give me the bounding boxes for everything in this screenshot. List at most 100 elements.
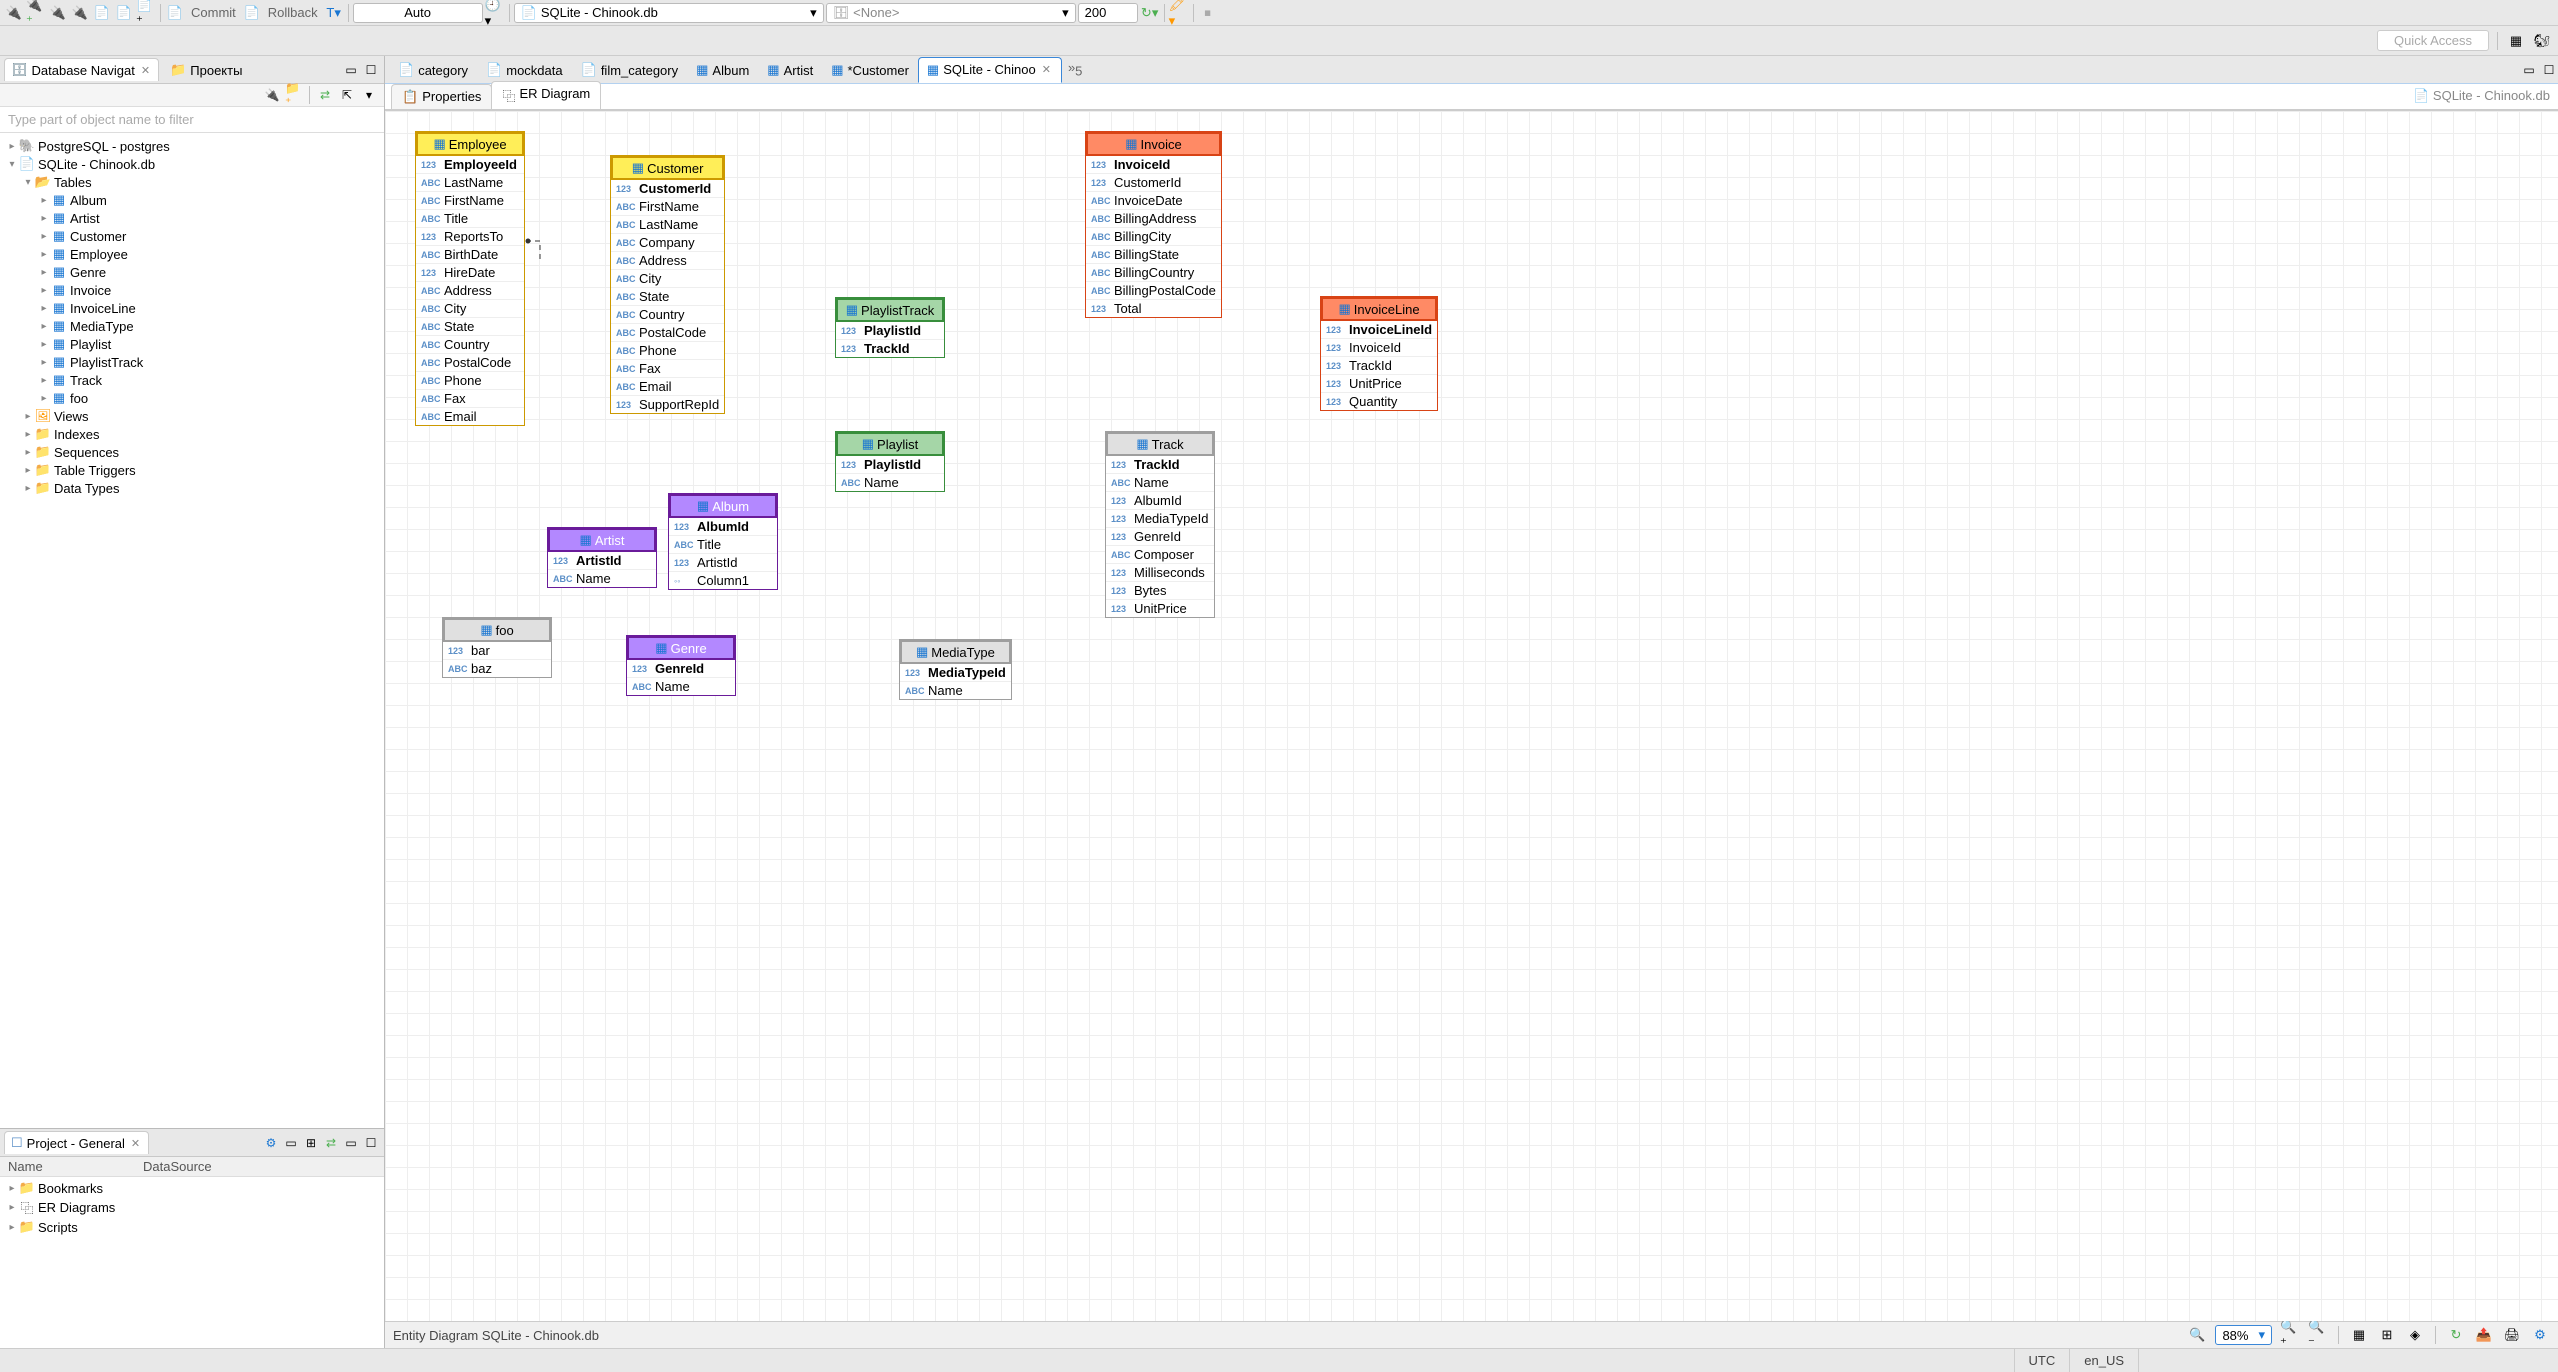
entity-invoiceline[interactable]: ▦ InvoiceLine123InvoiceLineId123InvoiceI… (1320, 296, 1438, 411)
table-item[interactable]: ▸▦InvoiceLine (0, 299, 384, 317)
column-row[interactable]: ABCPhone (416, 372, 524, 390)
entity-header[interactable]: ▦ Artist (548, 528, 656, 552)
navigator-tree[interactable]: ▸🐘PostgreSQL - postgres ▾📄SQLite - Chino… (0, 133, 384, 1128)
connect-db-icon[interactable]: 🔌 (48, 3, 68, 23)
table-item[interactable]: ▸▦Invoice (0, 281, 384, 299)
status-timezone[interactable]: UTC (2014, 1349, 2070, 1372)
layout-icon[interactable]: ▦ (2349, 1325, 2369, 1345)
navigator-filter-input[interactable] (0, 107, 384, 133)
column-row[interactable]: ABCLastName (416, 174, 524, 192)
column-row[interactable]: 123Milliseconds (1106, 564, 1214, 582)
entity-header[interactable]: ▦ PlaylistTrack (836, 298, 944, 322)
editor-tab[interactable]: 📄category (389, 57, 477, 83)
notation-icon[interactable]: ◈ (2405, 1325, 2425, 1345)
column-row[interactable]: 123ReportsTo (416, 228, 524, 246)
column-row[interactable]: 123ArtistId (669, 554, 777, 572)
column-row[interactable]: 123InvoiceId (1321, 339, 1437, 357)
column-row[interactable]: ABCCountry (611, 306, 724, 324)
column-row[interactable]: 123ArtistId (548, 552, 656, 570)
column-row[interactable]: ABCState (611, 288, 724, 306)
entity-header[interactable]: ▦ Album (669, 494, 777, 518)
tx-mode-icon[interactable]: T▾ (324, 3, 344, 23)
editor-tab[interactable]: ▦*Customer (822, 57, 918, 83)
column-row[interactable]: ABCName (1106, 474, 1214, 492)
connect-icon[interactable]: 🔌 (263, 86, 281, 104)
quick-access-button[interactable]: Quick Access (2377, 30, 2489, 51)
triggers-folder[interactable]: ▸📁Table Triggers (0, 461, 384, 479)
column-row[interactable]: 123SupportRepId (611, 396, 724, 413)
column-row[interactable]: 123MediaTypeId (1106, 510, 1214, 528)
column-row[interactable]: 123AlbumId (669, 518, 777, 536)
entity-header[interactable]: ▦ Invoice (1086, 132, 1221, 156)
column-row[interactable]: 123PlaylistId (836, 456, 944, 474)
column-row[interactable]: ABCState (416, 318, 524, 336)
minimize-icon[interactable]: ▭ (342, 1134, 360, 1152)
editor-tab[interactable]: 📄mockdata (477, 57, 572, 83)
column-row[interactable]: 123GenreId (1106, 528, 1214, 546)
table-item[interactable]: ▸▦Customer (0, 227, 384, 245)
table-item[interactable]: ▸▦PlaylistTrack (0, 353, 384, 371)
entity-header[interactable]: ▦ Employee (416, 132, 524, 156)
erdiagrams-folder[interactable]: ▸⿻ER Diagrams (0, 1197, 384, 1218)
column-row[interactable]: 123CustomerId (1086, 174, 1221, 192)
column-row[interactable]: 123Quantity (1321, 393, 1437, 410)
tab-er-diagram[interactable]: ⿻ER Diagram (491, 81, 601, 109)
sql-new-icon[interactable]: 📄⁺ (136, 3, 156, 23)
entity-header[interactable]: ▦ Playlist (836, 432, 944, 456)
highlight-icon[interactable]: 🖍▾ (1169, 3, 1189, 23)
column-row[interactable]: ABCAddress (611, 252, 724, 270)
column-row[interactable]: 123TrackId (1321, 357, 1437, 375)
entity-foo[interactable]: ▦ foo123barABCbaz (442, 617, 552, 678)
connection-sqlite[interactable]: ▾📄SQLite - Chinook.db (0, 155, 384, 173)
breadcrumb[interactable]: 📄 SQLite - Chinook.db (2413, 88, 2550, 104)
entity-employee[interactable]: ▦ Employee123EmployeeIdABCLastNameABCFir… (415, 131, 525, 426)
refresh-icon[interactable]: ↻ (2446, 1325, 2466, 1345)
editor-tab[interactable]: ▦Album (687, 57, 758, 83)
grid-icon[interactable]: ⊞ (2377, 1325, 2397, 1345)
perspective-dbeaver-icon[interactable]: 🐿 (2532, 31, 2552, 51)
entity-playlisttrack[interactable]: ▦ PlaylistTrack123PlaylistId123TrackId (835, 297, 945, 358)
entity-invoice[interactable]: ▦ Invoice123InvoiceId123CustomerIdABCInv… (1085, 131, 1222, 318)
column-row[interactable]: ABCTitle (669, 536, 777, 554)
column-row[interactable]: 123EmployeeId (416, 156, 524, 174)
column-row[interactable]: 123HireDate (416, 264, 524, 282)
tables-folder[interactable]: ▾📂Tables (0, 173, 384, 191)
minimize-icon[interactable]: ▭ (342, 61, 360, 79)
tab-database-navigator[interactable]: 🗄 Database Navigat ✕ (4, 58, 159, 81)
settings-icon[interactable]: ⚙ (2530, 1325, 2550, 1345)
column-row[interactable]: ABCBillingCountry (1086, 264, 1221, 282)
zoom-out-icon[interactable]: 🔍⁻ (2308, 1325, 2328, 1345)
tab-properties[interactable]: 📋Properties (391, 84, 492, 109)
entity-header[interactable]: ▦ Customer (611, 156, 724, 180)
table-item[interactable]: ▸▦Playlist (0, 335, 384, 353)
column-row[interactable]: ABCBillingCity (1086, 228, 1221, 246)
datatypes-folder[interactable]: ▸📁Data Types (0, 479, 384, 497)
column-row[interactable]: ABCAddress (416, 282, 524, 300)
rollback-icon[interactable]: 📄 (242, 3, 262, 23)
table-item[interactable]: ▸▦MediaType (0, 317, 384, 335)
column-row[interactable]: 123Total (1086, 300, 1221, 317)
views-folder[interactable]: ▸🖼Views (0, 407, 384, 425)
column-row[interactable]: ABCFax (416, 390, 524, 408)
entity-header[interactable]: ▦ MediaType (900, 640, 1011, 664)
scripts-folder[interactable]: ▸📁Scripts (0, 1218, 384, 1236)
view-menu-icon[interactable]: ▾ (360, 86, 378, 104)
column-row[interactable]: 123InvoiceLineId (1321, 321, 1437, 339)
column-row[interactable]: ABCFirstName (611, 198, 724, 216)
entity-customer[interactable]: ▦ Customer123CustomerIdABCFirstNameABCLa… (610, 155, 725, 414)
link-icon[interactable]: ⇄ (322, 1134, 340, 1152)
entity-album[interactable]: ▦ Album123AlbumIdABCTitle123ArtistId◦◦Co… (668, 493, 778, 590)
column-row[interactable]: 123TrackId (1106, 456, 1214, 474)
disconnect-icon[interactable]: 🔌 (70, 3, 90, 23)
sequences-folder[interactable]: ▸📁Sequences (0, 443, 384, 461)
column-row[interactable]: ABCbaz (443, 660, 551, 677)
maximize-icon[interactable]: ☐ (362, 61, 380, 79)
column-row[interactable]: ABCInvoiceDate (1086, 192, 1221, 210)
schema-combo[interactable]: 🗄<None>▾ (826, 3, 1076, 23)
editor-tab[interactable]: ▦Artist (758, 57, 822, 83)
column-row[interactable]: ABCComposer (1106, 546, 1214, 564)
link-editor-icon[interactable]: ⇄ (316, 86, 334, 104)
table-item[interactable]: ▸▦Album (0, 191, 384, 209)
entity-playlist[interactable]: ▦ Playlist123PlaylistIdABCName (835, 431, 945, 492)
editor-tab[interactable]: ▦SQLite - Chinoo✕ (918, 57, 1062, 83)
